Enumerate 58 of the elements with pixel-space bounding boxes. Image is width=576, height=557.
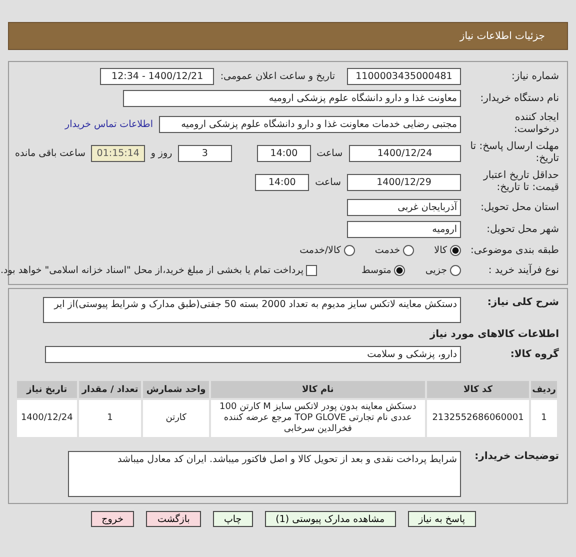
field-label: توضیحات خریدار: [474,451,559,463]
category-radio[interactable]: کالا/خدمت [300,245,355,256]
field-label: ساعت [316,148,343,158]
table-cell: 1 [530,399,558,438]
column-header: تعداد / مقدار [78,380,142,399]
validity-date-field: 1400/12/29 [347,174,461,190]
table-cell: کارتن [142,399,210,438]
column-header: کد کالا [426,380,530,399]
remaining-time-field: 01:15:14 [91,144,145,162]
table-cell: دستکش معاینه بدون پودر لاتکس سایز M کارتن 100 عددی نام تجارتی TOP GLOVE مرجع عرضه کننده فخرالدین سرخابی [210,399,426,438]
field-label: استان محل تحویل: [480,202,559,214]
header-title: جزئیات اطلاعات نیاز [460,30,545,42]
buyer-contact-link[interactable]: اطلاعات تماس خریدار [64,118,153,130]
field-label: شهر محل تحویل: [486,224,559,236]
section-heading: اطلاعات کالاهای مورد نیاز [428,329,559,340]
buyer-field: معاونت غذا و دارو دانشگاه علوم پزشکی ارومیه [123,90,461,107]
field-label: مهلت ارسال پاسخ: تا تاریخ: [469,141,559,165]
days-field: 3 [178,144,232,162]
column-header: تاریخ نیاز [16,380,78,399]
field-label: نام دستگاه خریدار: [479,92,559,104]
field-label: گروه کالا: [509,348,559,360]
announce-date-field: 1400/12/21 - 12:34 [100,68,214,85]
field-label: روز و [150,148,172,158]
field-label: شرح کلی نیاز: [486,297,559,309]
field-label: شماره نیاز: [510,70,559,82]
province-field: آذربایجان غربی [347,199,461,216]
column-header: ردیف [530,380,558,399]
deadline-time-field: 14:00 [257,144,311,162]
category-radio[interactable]: کالا [434,245,461,256]
treasury-checkbox[interactable]: پرداخت تمام یا بخشی از مبلغ خرید،از محل "اسناد خزانه اسلامی" خواهد بود. [0,265,318,276]
action-button[interactable]: چاپ [212,511,253,527]
category-radio[interactable]: خدمت [374,245,414,256]
action-button[interactable]: پاسخ به نیاز [408,511,476,527]
process-radio[interactable]: متوسط [361,265,406,276]
table-cell: 2132552686060001 [426,399,530,438]
field-label: ایجاد کننده درخواست: [513,112,559,136]
field-label: ساعت باقی مانده [14,148,86,158]
field-label: نوع فرآیند خرید : [487,264,559,276]
table-cell: 1400/12/24 [16,399,78,438]
action-button[interactable]: خروج [90,511,134,527]
field-label: حداقل تاریخ اعتبار قیمت: تا تاریخ: [482,170,559,194]
need-number-field: 1100003435000481 [347,68,461,85]
process-radio[interactable]: جزیی [425,265,461,276]
description-field: دستکش معاینه لاتکس سایز مدیوم به تعداد 2000 بسته 50 جفتی(طبق مدارک و شرایط پیوستی)از ایر [43,297,461,323]
city-field: ارومیه [347,221,461,238]
field-label: ساعت [315,176,341,188]
goods-group-field: دارو، پزشکی و سلامت [45,346,461,363]
column-header: واحد شمارش [142,380,210,399]
field-label: طبقه بندی موضوعی: [470,244,559,256]
field-label: تاریخ و ساعت اعلان عمومی: [220,71,335,82]
buyer-notes-field: شرایط پرداخت نقدی و بعد از تحویل کالا و اصل فاکتور میباشد. ایران کد معادل میباشد [68,451,461,497]
validity-time-field: 14:00 [255,174,310,190]
table-cell: 1 [78,399,142,438]
action-button[interactable]: مشاهده مدارک پیوستی (1) [264,511,396,527]
column-header: نام کالا [210,380,426,399]
deadline-date-field: 1400/12/24 [348,144,461,162]
creator-field: مجتبی رضایی خدمات معاونت غذا و دارو دانشگاه علوم پزشکی ارومیه [159,116,461,132]
action-button[interactable]: بازگشت [146,511,201,527]
